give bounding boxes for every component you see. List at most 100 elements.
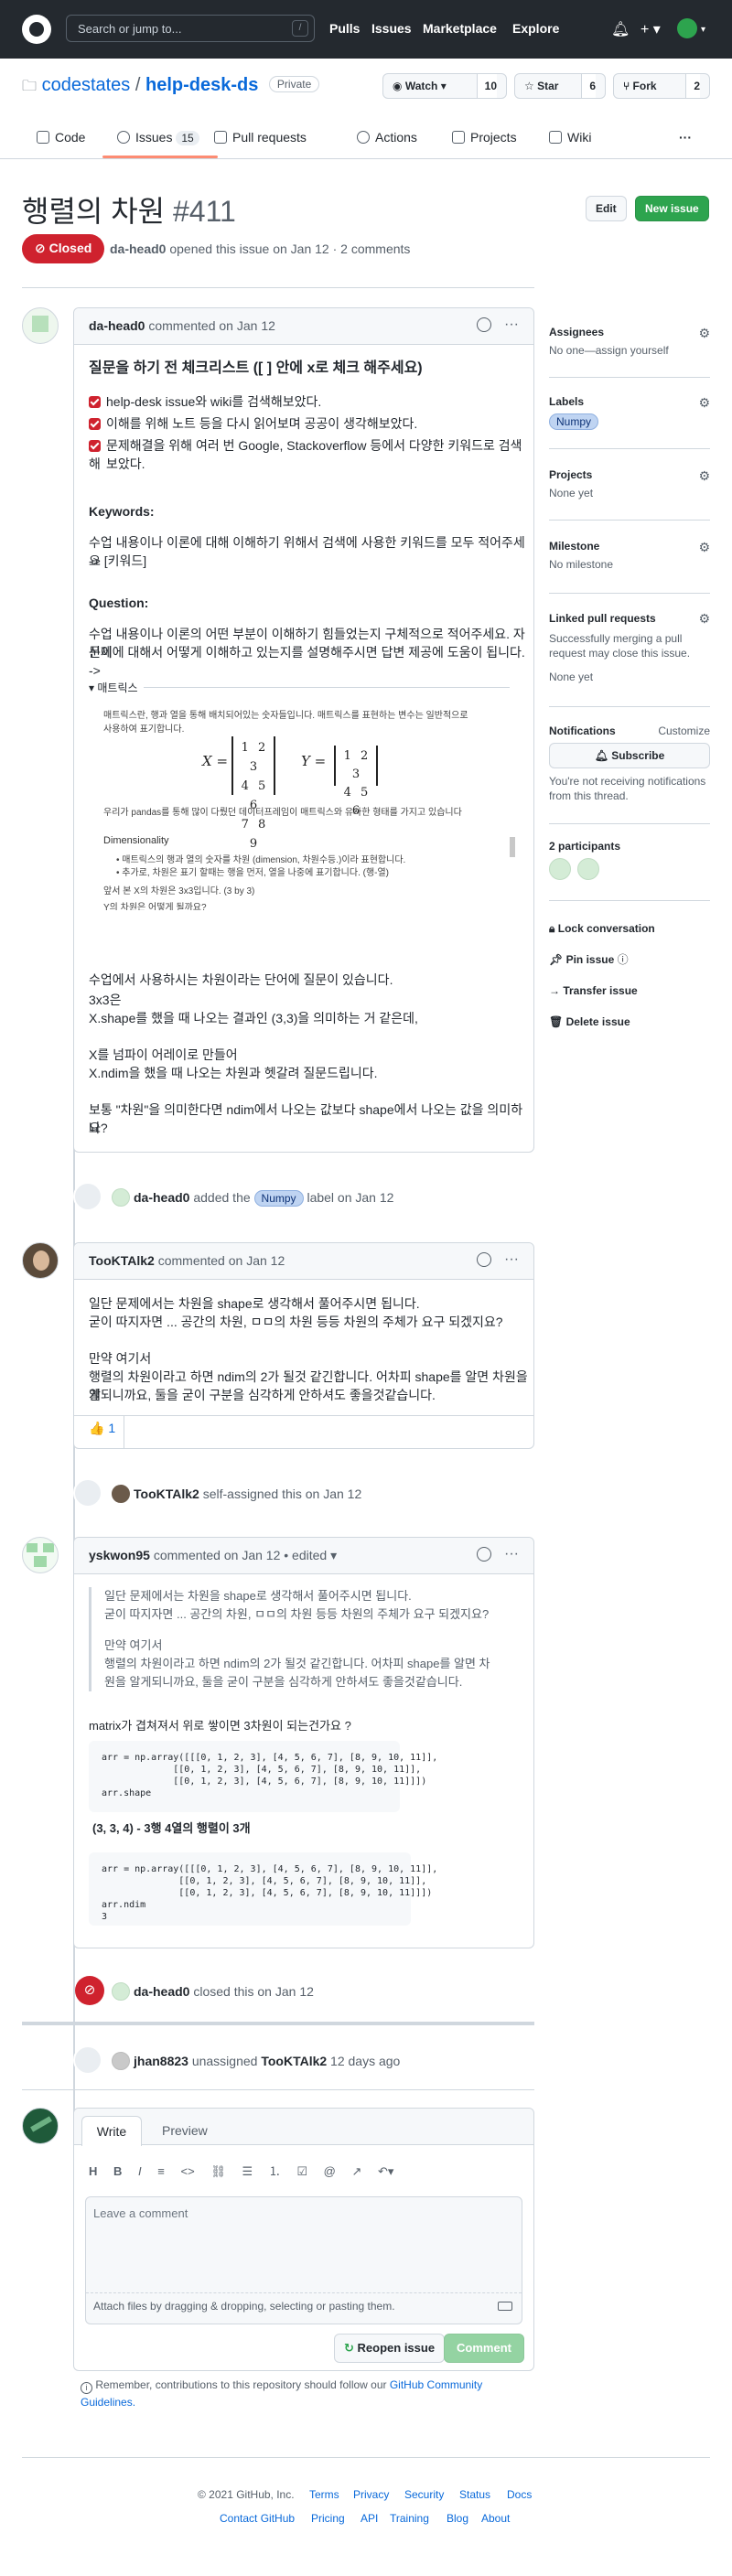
label-badge[interactable]: Numpy <box>253 1190 304 1207</box>
more-icon[interactable]: ··· <box>504 1251 519 1268</box>
footer-link-security[interactable]: Security <box>404 2488 444 2501</box>
avatar[interactable] <box>22 1242 59 1279</box>
event-actor[interactable]: TooKTAlk2 <box>134 1487 199 1501</box>
tab-write[interactable]: Write <box>81 2116 142 2146</box>
nav-explore[interactable]: Explore <box>512 21 559 36</box>
event-actor[interactable]: da-head0 <box>134 1190 189 1205</box>
avatar[interactable] <box>112 1982 130 2001</box>
nav-issues[interactable]: Issues <box>371 21 412 36</box>
avatar[interactable] <box>112 1485 130 1503</box>
checklist-item[interactable]: 문제해결을 위해 여러 번 Google, Stackoverflow 등에서 … <box>89 436 533 473</box>
footer-link-training[interactable]: Training <box>390 2512 429 2525</box>
footer-link-api[interactable]: API <box>361 2512 378 2525</box>
smiley-icon[interactable] <box>477 1252 491 1267</box>
quote-icon[interactable]: ≡ <box>157 2164 165 2178</box>
footer-link-pricing[interactable]: Pricing <box>311 2512 345 2525</box>
avatar[interactable] <box>549 858 571 880</box>
tab-projects[interactable]: Projects <box>452 130 517 145</box>
scrollbar[interactable] <box>510 837 515 857</box>
mention-icon[interactable]: @ <box>324 2164 336 2178</box>
search-input[interactable]: Search or jump to... / <box>66 15 315 42</box>
heading-icon[interactable]: H <box>89 2164 97 2178</box>
repo-owner-link[interactable]: codestates <box>42 75 131 95</box>
more-icon[interactable]: ··· <box>504 317 519 333</box>
label-badge[interactable]: Numpy <box>549 413 599 430</box>
smiley-icon[interactable] <box>477 1547 491 1562</box>
new-issue-button[interactable]: New issue <box>635 196 709 221</box>
sidebar-heading[interactable]: Milestone <box>549 540 710 553</box>
avatar[interactable] <box>22 307 59 344</box>
github-logo-icon[interactable] <box>22 15 51 44</box>
sidebar-heading[interactable]: Assignees <box>549 326 710 338</box>
transfer-issue-link[interactable]: → Transfer issue <box>549 982 710 999</box>
reopen-issue-button[interactable]: ↻ Reopen issue <box>334 2334 446 2363</box>
more-icon[interactable]: ··· <box>504 1546 519 1562</box>
bell-icon[interactable]: 🔔︎ <box>611 20 630 38</box>
footer-link-docs[interactable]: Docs <box>507 2488 532 2501</box>
attach-files-text[interactable]: Attach files by dragging & dropping, sel… <box>93 2300 395 2313</box>
comment-textarea[interactable]: Leave a comment Attach files by dragging… <box>85 2196 522 2324</box>
gear-icon[interactable]: ⚙ <box>698 326 710 341</box>
checkbox[interactable] <box>89 440 101 452</box>
tab-wiki[interactable]: Wiki <box>549 130 591 145</box>
italic-icon[interactable]: I <box>138 2164 142 2178</box>
customize-link[interactable]: Customize <box>658 724 710 737</box>
sidebar-heading[interactable]: Projects <box>549 468 710 481</box>
bulleted-list-icon[interactable]: ☰ <box>242 2164 253 2178</box>
edit-button[interactable]: Edit <box>586 196 627 221</box>
avatar[interactable] <box>677 18 697 38</box>
link-icon[interactable]: ⛓ <box>210 2164 226 2178</box>
plus-icon[interactable]: + ▾ <box>640 20 661 38</box>
repo-name-link[interactable]: help-desk-ds <box>145 75 258 95</box>
task-list-icon[interactable]: ☑ <box>296 2164 307 2178</box>
gear-icon[interactable]: ⚙ <box>698 395 710 411</box>
pin-issue-link[interactable]: 📌︎ Pin issue ⓘ <box>549 951 710 968</box>
comment-author[interactable]: yskwon95 <box>89 1548 150 1562</box>
reference-icon[interactable]: ↗ <box>351 2164 361 2178</box>
avatar[interactable] <box>112 2052 130 2070</box>
tab-preview[interactable]: Preview <box>162 2123 208 2138</box>
nav-pulls[interactable]: Pulls <box>329 21 360 36</box>
checklist-item[interactable]: help-desk issue와 wiki를 검색해보았다. <box>89 392 321 411</box>
star-button[interactable]: ☆ Star 6 <box>514 73 606 99</box>
author-link[interactable]: da-head0 <box>110 242 166 256</box>
avatar[interactable] <box>577 858 600 880</box>
nav-marketplace[interactable]: Marketplace <box>423 21 497 36</box>
chevron-down-icon[interactable]: ▾ <box>330 1548 337 1562</box>
reply-icon[interactable]: ↶▾ <box>378 2164 393 2178</box>
comment-author[interactable]: TooKTAlk2 <box>89 1253 155 1268</box>
footer-link-privacy[interactable]: Privacy <box>353 2488 389 2501</box>
avatar[interactable] <box>22 1537 59 1573</box>
lock-conversation-link[interactable]: 🔒︎ Lock conversation <box>549 920 710 937</box>
tab-pull-requests[interactable]: Pull requests <box>214 130 307 145</box>
numbered-list-icon[interactable]: ⒈ <box>269 2164 281 2178</box>
delete-issue-link[interactable]: 🗑︎ Delete issue <box>549 1014 710 1030</box>
subscribe-button[interactable]: 🔔︎ Subscribe <box>549 743 710 768</box>
avatar[interactable] <box>112 1188 130 1207</box>
footer-link-contact[interactable]: Contact GitHub <box>220 2512 295 2525</box>
sidebar-heading[interactable]: Linked pull requests <box>549 611 710 626</box>
footer-link-terms[interactable]: Terms <box>309 2488 339 2501</box>
checkbox[interactable] <box>89 418 101 430</box>
footer-link-about[interactable]: About <box>481 2512 510 2525</box>
gear-icon[interactable]: ⚙ <box>698 468 710 484</box>
comment-author[interactable]: da-head0 <box>89 318 145 333</box>
fork-button[interactable]: ⑂ Fork 2 <box>613 73 710 99</box>
guidelines-link[interactable]: GitHub Community <box>390 2378 482 2391</box>
guidelines-link[interactable]: Guidelines. <box>81 2396 135 2409</box>
tab-issues[interactable]: Issues 15 <box>117 130 199 145</box>
event-target[interactable]: TooKTAlk2 <box>261 2054 327 2068</box>
checklist-item[interactable]: 이해를 위해 노트 등을 다시 읽어보며 공공이 생각해보았다. <box>89 414 417 433</box>
comment-button[interactable]: Comment <box>444 2334 524 2363</box>
footer-link-blog[interactable]: Blog <box>447 2512 468 2525</box>
watch-button[interactable]: ◉ Watch ▾ 10 <box>382 73 507 99</box>
smiley-icon[interactable] <box>477 317 491 332</box>
footer-link-status[interactable]: Status <box>459 2488 490 2501</box>
event-actor[interactable]: da-head0 <box>134 1984 189 1999</box>
reaction-button[interactable]: 👍 1 <box>89 1421 115 1436</box>
tab-code[interactable]: Code <box>37 130 85 145</box>
bold-icon[interactable]: B <box>113 2164 122 2178</box>
tab-actions[interactable]: Actions <box>357 130 417 145</box>
avatar[interactable] <box>22 2108 59 2144</box>
assign-yourself-link[interactable]: No one—assign yourself <box>549 344 710 357</box>
